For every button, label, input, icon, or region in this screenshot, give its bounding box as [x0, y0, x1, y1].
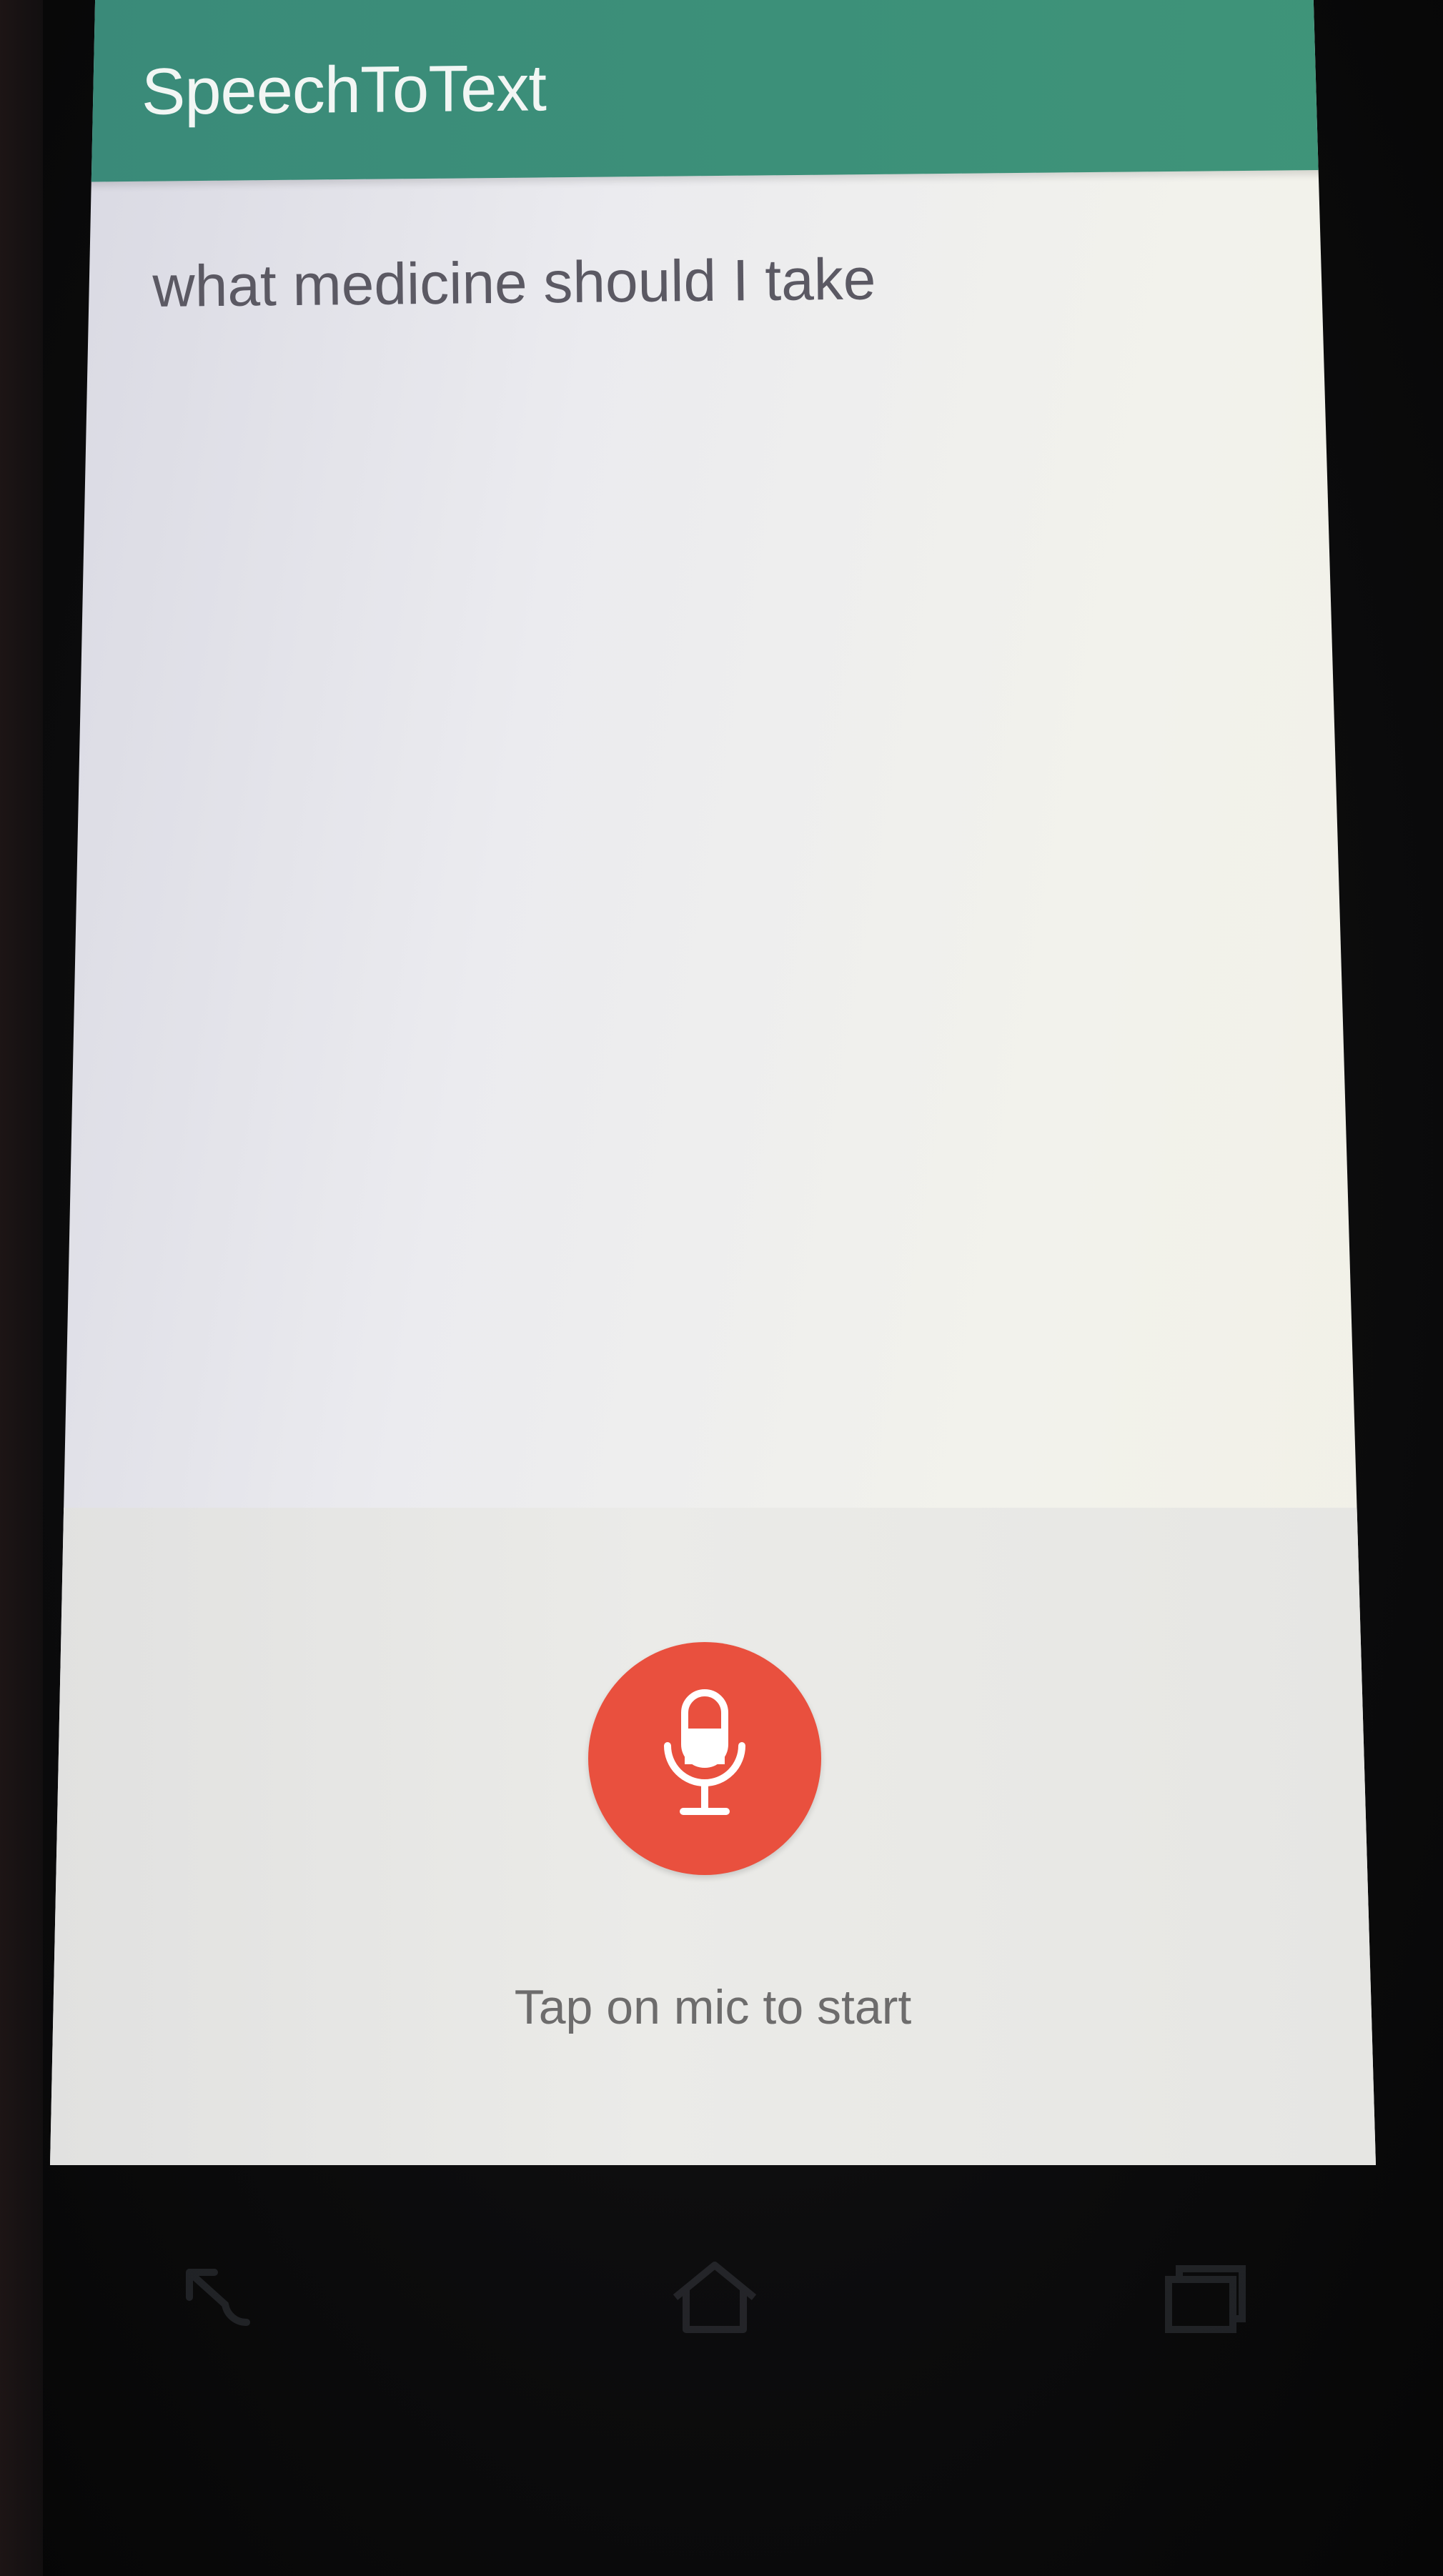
home-button[interactable]: [668, 2258, 761, 2340]
recognized-text: what medicine should I take: [152, 247, 876, 319]
back-button[interactable]: [175, 2258, 261, 2340]
app-title: SpeechToText: [142, 51, 546, 129]
mic-hint-text: Tap on mic to start: [514, 1980, 912, 2034]
microphone-icon: [664, 1689, 745, 1815]
back-arrow-icon: [186, 2269, 250, 2327]
recents-icon: [1165, 2265, 1246, 2333]
app-bar: SpeechToText: [50, 0, 1376, 183]
navigation-bar: [0, 2165, 1443, 2576]
recents-button[interactable]: [1158, 2258, 1251, 2340]
mic-button[interactable]: [588, 1642, 821, 1875]
home-icon: [673, 2262, 757, 2333]
app-screen: SpeechToText what medicine should I take…: [50, 0, 1376, 2165]
